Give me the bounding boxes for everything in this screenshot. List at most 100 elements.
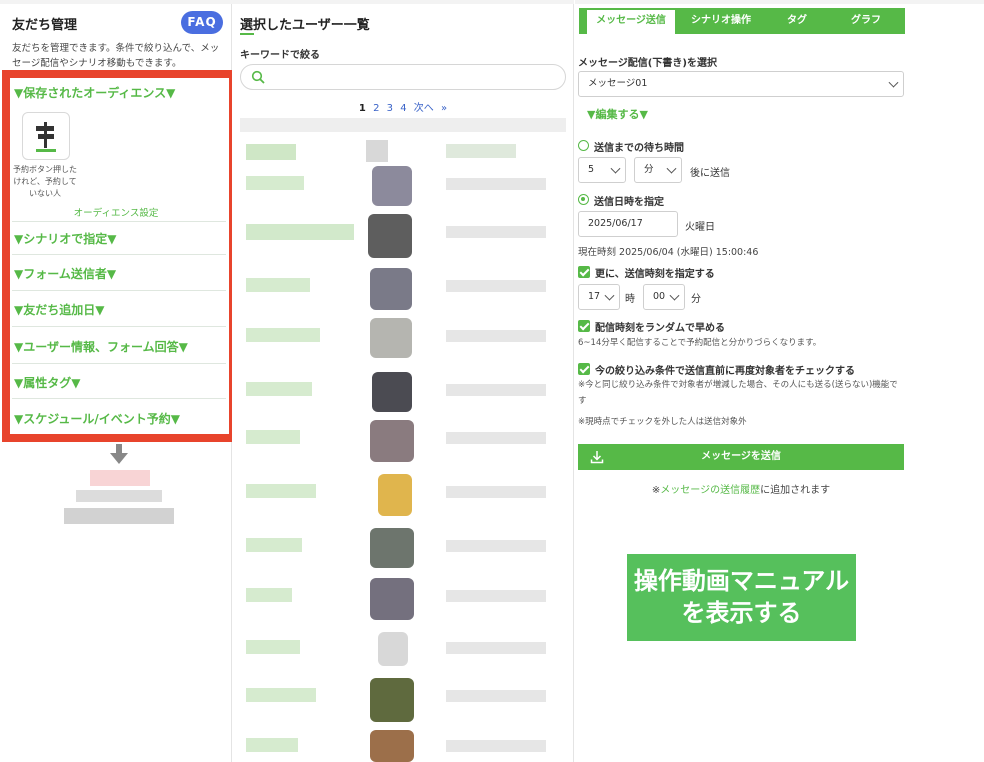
datetime-radio[interactable] [578, 194, 589, 205]
keyword-search-box[interactable] [240, 64, 566, 90]
tab-tag[interactable]: タグ [765, 8, 829, 34]
table-row[interactable] [240, 214, 566, 258]
page-1-link[interactable]: 1 [359, 103, 366, 114]
minute-unit: 分 [691, 294, 701, 305]
blurred-avatar [372, 166, 412, 206]
wait-time-radio[interactable] [578, 140, 589, 151]
tab-message-send[interactable]: メッセージ送信 [585, 8, 677, 34]
blurred-name [246, 688, 316, 702]
edit-message-link[interactable]: ▼編集する▼ [587, 106, 648, 122]
title-underline [240, 33, 254, 35]
recheck-note: ※今と同じ絞り込み条件で対象者が増減した場合、その人にも送る(送らない)機能です [578, 380, 898, 406]
blurred-name [246, 538, 302, 552]
blurred-info [446, 486, 546, 498]
hour-select[interactable]: 17 [578, 284, 620, 310]
left-panel: 友だち管理 FAQ 友だちを管理できます。条件で絞り込んで、メッセージ配信やシナ… [0, 0, 237, 762]
recheck-checkbox[interactable] [578, 363, 590, 375]
chevron-down-icon [610, 163, 621, 174]
table-row[interactable] [240, 728, 566, 762]
tab-scenario[interactable]: シナリオ操作 [679, 8, 763, 34]
table-row[interactable] [240, 630, 566, 670]
tab-graph[interactable]: グラフ [831, 8, 901, 34]
blurred-name [246, 144, 296, 160]
keyword-label: キーワードで絞る [240, 50, 320, 61]
blurred-name [246, 224, 354, 240]
wait-unit: 分 [644, 164, 654, 175]
page-title: 友だち管理 [12, 18, 78, 33]
table-row[interactable] [240, 268, 566, 310]
blurred-info [446, 432, 546, 444]
blurred-info [446, 226, 546, 238]
pagination: 1 2 3 4 次へ » [232, 99, 574, 114]
blurred-name [246, 382, 312, 396]
message-select-value: メッセージ01 [588, 78, 648, 89]
blurred-avatar [368, 214, 412, 258]
manual-line-2: を表示する [681, 599, 802, 627]
friend-added-filter-toggle[interactable]: ▼友だち追加日▼ [14, 301, 226, 318]
signpost-icon [36, 122, 56, 152]
minute-select[interactable]: 00 [643, 284, 685, 310]
wait-time-label: 送信までの待ち時間 [594, 143, 684, 154]
blurred-avatar [370, 420, 414, 462]
table-row[interactable] [240, 578, 566, 620]
wait-unit-select[interactable]: 分 [634, 157, 682, 183]
keyword-search-input[interactable] [271, 68, 551, 86]
next-page-link[interactable]: 次へ [414, 103, 434, 114]
chevron-down-icon [888, 77, 899, 88]
page-4-link[interactable]: 4 [400, 103, 406, 114]
user-info-filter-toggle[interactable]: ▼ユーザー情報、フォーム回答▼ [14, 338, 226, 355]
audience-card[interactable] [22, 112, 70, 160]
table-header [240, 118, 566, 132]
page-2-link[interactable]: 2 [373, 103, 379, 114]
table-row[interactable] [240, 420, 566, 462]
random-time-checkbox[interactable] [578, 320, 590, 332]
time-specify-checkbox[interactable] [578, 266, 590, 278]
blurred-info [446, 740, 546, 752]
divider [12, 363, 226, 364]
top-divider [575, 0, 984, 4]
table-row[interactable] [240, 474, 566, 516]
blurred-avatar [378, 474, 412, 516]
saved-audience-toggle[interactable]: ▼保存されたオーディエンス▼ [14, 84, 226, 101]
blurred-info [446, 144, 516, 158]
chevron-down-icon [666, 163, 677, 174]
divider [12, 290, 226, 291]
date-input[interactable]: 2025/06/17 [578, 211, 678, 237]
table-row[interactable] [240, 678, 566, 722]
blurred-info [446, 384, 546, 396]
message-select[interactable]: メッセージ01 [578, 71, 904, 97]
form-sender-filter-toggle[interactable]: ▼フォーム送信者▼ [14, 265, 226, 282]
last-page-link[interactable]: » [441, 103, 447, 114]
schedule-filter-toggle[interactable]: ▼スケジュール/イベント予約▼ [14, 410, 226, 427]
wait-value: 5 [588, 164, 595, 175]
history-link[interactable]: メッセージの送信履歴 [660, 485, 760, 496]
blurred-name [246, 738, 298, 752]
table-row[interactable] [240, 372, 566, 412]
user-list-panel: 選択したユーザー一覧 キーワードで絞る 1 2 3 4 次へ » [232, 0, 574, 762]
send-message-button[interactable]: メッセージを送信 [578, 444, 904, 470]
top-divider [0, 0, 232, 4]
divider [12, 326, 226, 327]
blurred-avatar [370, 268, 412, 310]
table-row[interactable] [240, 166, 566, 206]
time-specify-label: 更に、送信時刻を指定する [595, 269, 715, 280]
blurred-name [246, 430, 300, 444]
blurred-avatar [366, 140, 388, 162]
recheck-label: 今の絞り込み条件で送信直前に再度対象者をチェックする [595, 366, 855, 377]
table-row[interactable] [240, 318, 566, 358]
page-3-link[interactable]: 3 [387, 103, 393, 114]
table-row[interactable] [240, 528, 566, 568]
blurred-info [446, 280, 546, 292]
blurred-info [446, 690, 546, 702]
attribute-tag-filter-toggle[interactable]: ▼属性タグ▼ [14, 374, 226, 391]
manual-line-1: 操作動画マニュアル [633, 567, 850, 595]
wait-value-select[interactable]: 5 [578, 157, 626, 183]
wait-suffix: 後に送信 [690, 168, 730, 179]
manual-video-button[interactable]: 操作動画マニュアル を表示する [627, 554, 856, 641]
audience-setting-link[interactable]: オーディエンス設定 [10, 205, 222, 219]
blurred-info [446, 330, 546, 342]
faq-button[interactable]: FAQ [181, 11, 223, 34]
scenario-filter-toggle[interactable]: ▼シナリオで指定▼ [14, 230, 226, 247]
blurred-avatar [370, 318, 412, 358]
blurred-text [76, 490, 162, 502]
